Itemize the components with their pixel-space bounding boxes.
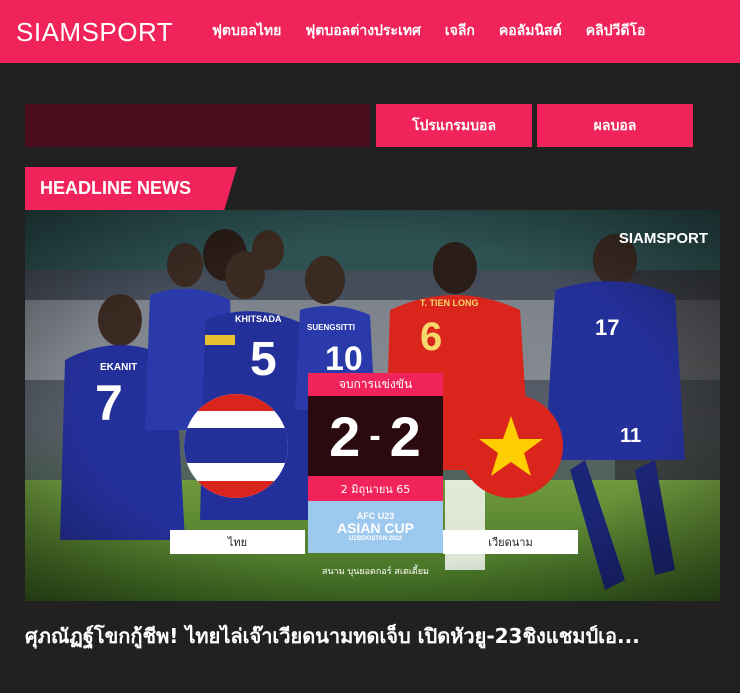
headline-hero-image[interactable]: EKANIT 7 KHITSADA 5 SUENGSITTI 10 T. TIE… [25, 210, 720, 601]
nav-item-video-clips[interactable]: คลิปวีดีโอ [586, 20, 646, 42]
site-logo[interactable]: SIAMSPORT [16, 17, 173, 48]
away-team-label: เวียดนาม [443, 530, 578, 554]
nav-item-foreign-football[interactable]: ฟุตบอลต่างประเทศ [305, 20, 421, 42]
nav-item-thai-football[interactable]: ฟุตบอลไทย [212, 20, 281, 42]
tournament-line3: UZBEKISTAN 2022 [348, 535, 403, 542]
score-separator: - [369, 416, 382, 455]
tournament-line2: ASIAN CUP [336, 520, 414, 537]
fixtures-button[interactable]: โปรแกรมบอล [376, 104, 532, 147]
venue-label: สนาม บุนยอดกอร์ สเตเดี้ยม [322, 567, 429, 577]
match-status: จบการแข่งขัน [308, 373, 443, 396]
away-score: 2 [389, 404, 422, 468]
tournament-logo: AFC U23 ASIAN CUP UZBEKISTAN 2022 [308, 501, 443, 553]
home-score: 2 [329, 404, 362, 468]
match-date: 2 มิถุนายน 65 [308, 476, 443, 501]
main-nav: ฟุตบอลไทย ฟุตบอลต่างประเทศ เจลีก คอลัมนิ… [212, 20, 645, 42]
siamsport-watermark: SIAMSPORT [618, 230, 708, 247]
scoreline: 2 - 2 [308, 396, 443, 476]
top-navigation-bar: SIAMSPORT ฟุตบอลไทย ฟุตบอลต่างประเทศ เจล… [0, 0, 740, 63]
results-button[interactable]: ผลบอล [537, 104, 693, 147]
headline-article-title[interactable]: ศุภณัฏฐ์โขกกู้ชีพ! ไทยไล่เจ๊าเวียดนามทดเ… [25, 620, 715, 653]
nav-item-j-league[interactable]: เจลีก [445, 20, 475, 42]
nav-item-columnists[interactable]: คอลัมนิสต์ [499, 20, 562, 42]
subbar-spacer [25, 104, 370, 147]
home-team-label: ไทย [170, 530, 305, 554]
headline-news-tag: HEADLINE NEWS [25, 167, 237, 210]
